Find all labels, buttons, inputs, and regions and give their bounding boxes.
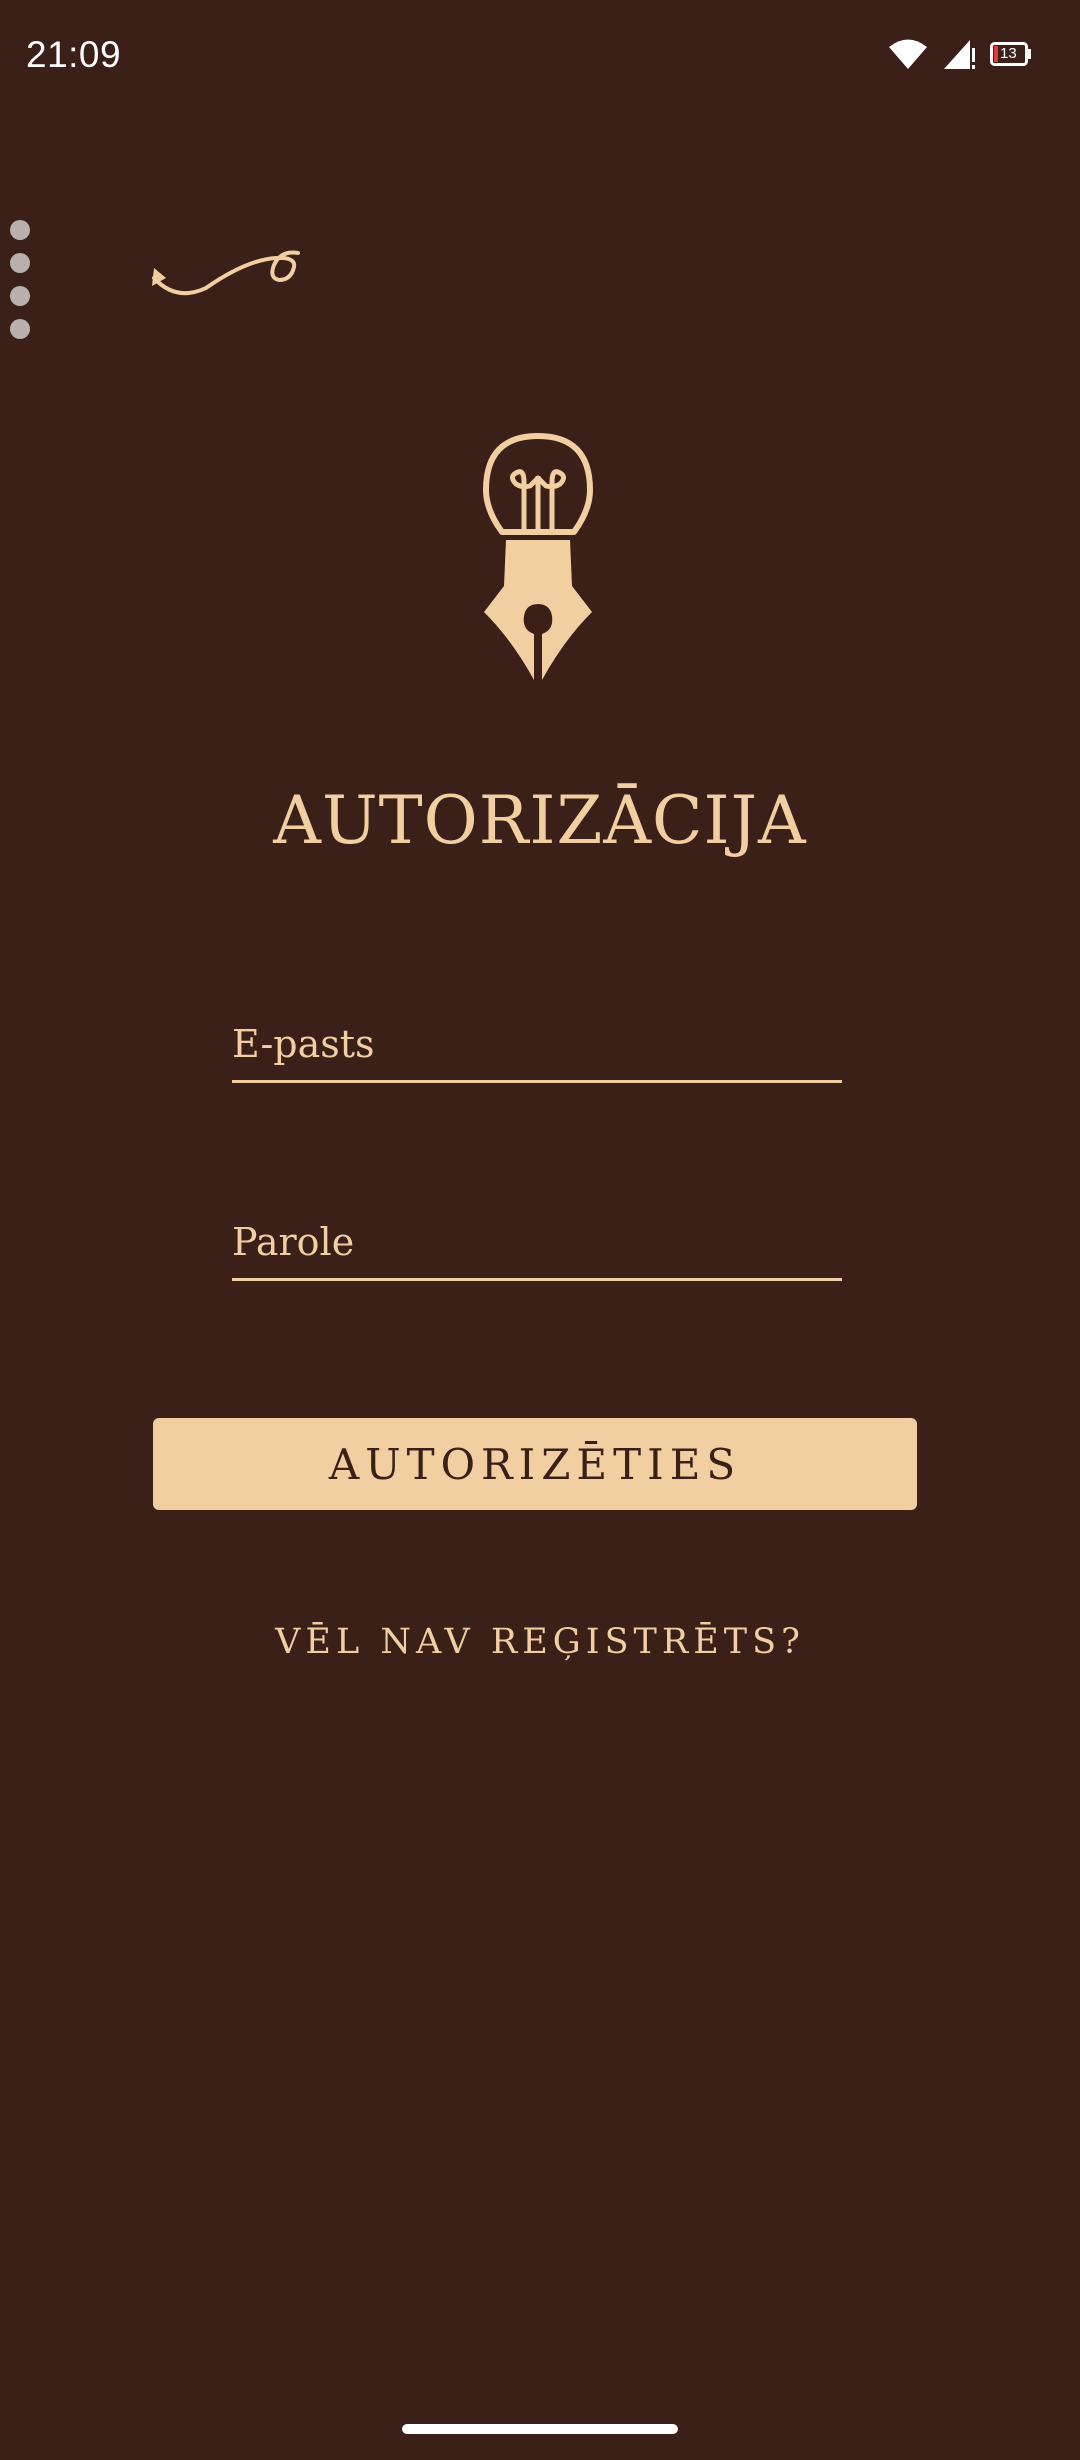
page-title: AUTORIZĀCIJA (273, 782, 807, 859)
register-link[interactable]: VĒL NAV REĢISTRĒTS? (0, 1622, 1080, 1662)
lightbulb-pen-logo (468, 418, 608, 688)
status-time: 21:09 (26, 34, 122, 75)
status-icons: 13 (888, 38, 1032, 70)
side-dot (10, 286, 30, 306)
home-indicator[interactable] (402, 2424, 678, 2434)
status-bar: 21:09 13 (0, 0, 1080, 116)
login-button[interactable]: AUTORIZĒTIES (153, 1418, 917, 1510)
side-handle[interactable] (10, 220, 32, 352)
signal-icon (942, 38, 976, 70)
side-dot (10, 253, 30, 273)
password-field[interactable] (232, 1206, 842, 1278)
password-field-container (232, 1206, 842, 1281)
back-button[interactable] (146, 240, 306, 310)
battery-level: 13 (1000, 45, 1017, 62)
email-field-container (232, 1008, 842, 1083)
battery-icon: 13 (990, 42, 1032, 66)
side-dot (10, 319, 30, 339)
email-field[interactable] (232, 1008, 842, 1080)
wifi-icon (888, 38, 928, 70)
side-dot (10, 220, 30, 240)
swirl-arrow-icon (152, 250, 300, 296)
